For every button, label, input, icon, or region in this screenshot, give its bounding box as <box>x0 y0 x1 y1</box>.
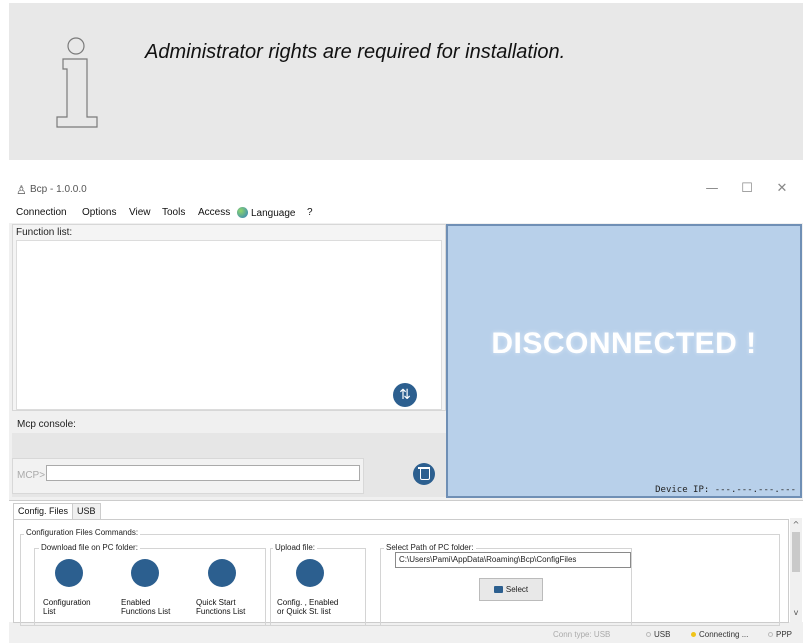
device-ip: Device IP: ---.---.---.--- <box>655 485 796 495</box>
menu-language-label: Language <box>251 208 296 219</box>
tab-usb[interactable]: USB <box>72 503 101 519</box>
mcp-input[interactable] <box>46 465 360 481</box>
status-usb: USB <box>646 630 670 639</box>
menu-bar: Connection Options View Tools Access Lan… <box>9 203 803 223</box>
download-title: Download file on PC folder: <box>39 543 140 552</box>
status-ppp: PPP <box>768 630 792 639</box>
connection-status: DISCONNECTED ! <box>491 327 757 360</box>
menu-options[interactable]: Options <box>82 207 116 218</box>
select-path-title: Select Path of PC folder: <box>384 543 476 552</box>
pc-folder-path-input[interactable]: C:\Users\Pami\AppData\Roaming\Bcp\Config… <box>395 552 631 568</box>
app-window: ♙ Bcp - 1.0.0.0 — ☐ ✕ Connection Options… <box>9 175 803 643</box>
title-bar: ♙ Bcp - 1.0.0.0 — ☐ ✕ <box>9 175 803 203</box>
mcp-prompt: MCP> <box>17 470 46 481</box>
info-banner: Administrator rights are required for in… <box>9 3 803 160</box>
menu-access[interactable]: Access <box>198 207 230 218</box>
refresh-icon[interactable]: ⇅ <box>393 383 417 407</box>
window-title: Bcp - 1.0.0.0 <box>30 184 87 195</box>
folder-icon <box>493 586 503 593</box>
menu-connection[interactable]: Connection <box>16 207 67 218</box>
vertical-scrollbar[interactable]: ^ v <box>790 518 802 622</box>
configuration-list-label: Configuration List <box>43 598 91 616</box>
menu-tools[interactable]: Tools <box>162 207 185 218</box>
globe-icon <box>237 207 248 218</box>
tab-config-files[interactable]: Config. Files <box>13 503 74 519</box>
bars-icon <box>208 559 236 587</box>
status-bar: Conn type: USB USB Connecting ... PPP <box>9 626 803 643</box>
menu-view[interactable]: View <box>129 207 151 218</box>
config-commands-title: Configuration Files Commands: <box>24 528 141 537</box>
upload-title: Upload file: <box>273 543 318 552</box>
close-button[interactable]: ✕ <box>767 179 797 199</box>
document-edit-icon <box>55 559 83 587</box>
upload-label: Config. , Enabled or Quick St. list <box>277 598 339 616</box>
menu-help[interactable]: ? <box>307 207 313 218</box>
quick-start-label: Quick Start Functions List <box>196 598 246 616</box>
function-list-label: Function list: <box>16 227 73 238</box>
select-button-label: Select <box>505 585 529 594</box>
enabled-functions-label: Enabled Functions List <box>121 598 171 616</box>
maximize-button[interactable]: ☐ <box>732 179 762 199</box>
usb-dot-icon <box>646 632 651 637</box>
status-connecting: Connecting ... <box>691 630 748 639</box>
minimize-button[interactable]: — <box>697 179 727 199</box>
chart-icon <box>131 559 159 587</box>
app-icon: ♙ <box>16 183 27 197</box>
conn-type: Conn type: USB <box>553 630 611 639</box>
scroll-thumb[interactable] <box>792 532 800 572</box>
scroll-down-icon[interactable]: v <box>790 608 802 617</box>
upload-icon <box>296 559 324 587</box>
function-list[interactable] <box>16 240 442 410</box>
menu-language[interactable]: Language <box>237 207 296 219</box>
trash-icon[interactable] <box>413 463 435 485</box>
console-label: Mcp console: <box>17 419 76 430</box>
scroll-up-icon[interactable]: ^ <box>790 520 802 529</box>
ppp-dot-icon <box>768 632 773 637</box>
connecting-dot-icon <box>691 632 696 637</box>
info-icon <box>56 37 98 128</box>
info-message: Administrator rights are required for in… <box>145 41 566 63</box>
select-folder-button[interactable]: Select <box>479 578 543 601</box>
function-list-panel: Function list: <box>12 224 446 411</box>
device-status-panel: DISCONNECTED ! Device IP: ---.---.---.--… <box>446 224 802 498</box>
